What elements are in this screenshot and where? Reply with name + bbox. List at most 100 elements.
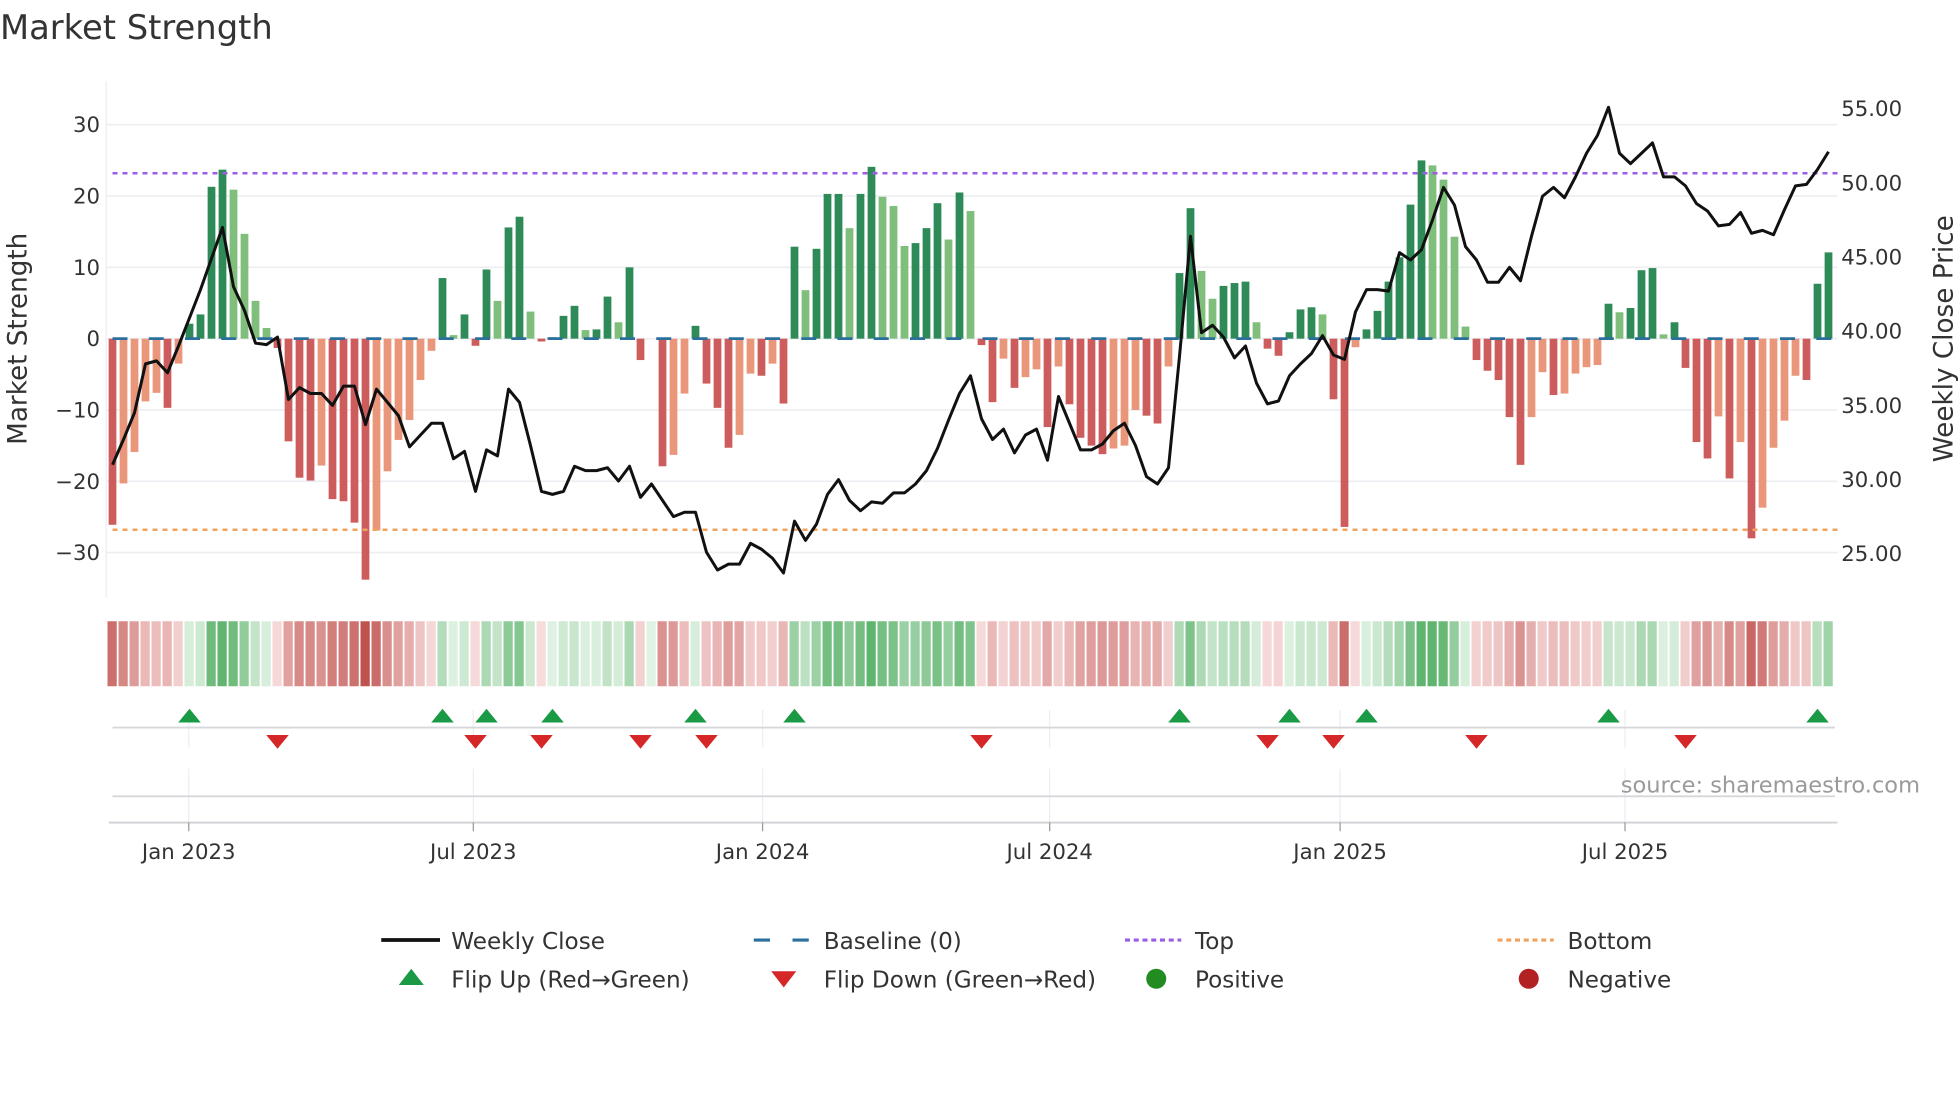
strength-bar [1263, 338, 1272, 349]
strip-cell [305, 621, 315, 687]
strength-bar [537, 338, 546, 342]
strength-bar [1219, 285, 1228, 339]
strength-bar [669, 338, 678, 455]
strip-cell [558, 621, 568, 687]
strength-bar [911, 243, 920, 339]
strength-bar [1527, 338, 1536, 418]
strength-bar [680, 338, 689, 394]
strength-bar [1252, 322, 1261, 339]
strength-bar [790, 246, 799, 339]
strength-bar [1670, 322, 1679, 339]
strength-bar [1626, 308, 1635, 339]
strip-cell [1361, 621, 1371, 687]
strength-bar [1714, 338, 1723, 417]
strength-bar [1131, 338, 1140, 410]
flip-down-marker [695, 735, 718, 749]
x-axis: Jan 2023 Jul 2023 Jan 2024 Jul 2024 Jan 2025… [108, 821, 1838, 865]
flip-up-marker [1597, 708, 1620, 723]
strip-cell [1306, 621, 1316, 687]
strength-bar [1428, 165, 1437, 339]
strength-bar [1648, 268, 1657, 339]
strength-bar [306, 338, 315, 481]
strip-cell [1405, 621, 1415, 687]
y2-tick-label: 25.00 [1841, 542, 1902, 567]
legend-item-bottom: Bottom [1497, 929, 1653, 955]
strip-cell [547, 621, 557, 687]
strength-bar [1054, 338, 1063, 367]
strength-bar [1461, 326, 1470, 339]
strip-cell [1823, 621, 1833, 687]
strip-cell [1328, 621, 1338, 687]
strip-cell [591, 621, 601, 687]
strength-bar [416, 338, 425, 381]
flip-down-marker [1322, 735, 1345, 749]
legend-label: Baseline (0) [824, 929, 962, 955]
strength-bar [878, 196, 887, 339]
left-axis-ticks: 30 20 10 0 −10 −20 −30 [55, 113, 100, 566]
strength-bar [295, 338, 304, 478]
strip-cell [525, 621, 535, 687]
strength-bar [944, 239, 953, 339]
strength-bar [1538, 338, 1547, 373]
strip-cell [1064, 621, 1074, 687]
strength-bar [1087, 338, 1096, 446]
strip-cell [1020, 621, 1030, 687]
strip-cell [822, 621, 832, 687]
strength-bar [614, 322, 623, 339]
strength-bar [460, 314, 469, 339]
strip-cell [393, 621, 403, 687]
strip-cell [1273, 621, 1283, 687]
strength-bar [1307, 307, 1316, 339]
strip-cell [1295, 621, 1305, 687]
strip-cell [1163, 621, 1173, 687]
strength-bar [218, 169, 227, 339]
legend-item-baseline: Baseline (0) [753, 929, 962, 955]
strip-cell [1724, 621, 1734, 687]
strength-bar [867, 166, 876, 339]
strength-bar [1373, 310, 1382, 339]
strip-cell [1592, 621, 1602, 687]
strip-cell [1647, 621, 1657, 687]
strip-cell [1537, 621, 1547, 687]
strip-cell [932, 621, 942, 687]
strip-cell [1218, 621, 1228, 687]
strip-cell [1031, 621, 1041, 687]
strip-cell [239, 621, 249, 687]
legend-label: Bottom [1568, 929, 1653, 955]
strength-bar [1593, 338, 1602, 366]
strip-cell [657, 621, 667, 687]
flip-up-marker [684, 708, 707, 723]
strip-cell [844, 621, 854, 687]
strength-bar [834, 193, 843, 339]
strength-bar [746, 338, 755, 374]
flip-down-marker [629, 735, 652, 749]
y2-tick-label: 45.00 [1841, 246, 1902, 271]
strip-cell [514, 621, 524, 687]
strength-bar [1065, 338, 1074, 405]
legend-item-close: Weekly Close [381, 929, 605, 955]
y-tick-label: 10 [73, 256, 100, 281]
strength-bar [1703, 338, 1712, 459]
strength-bar [1043, 338, 1052, 428]
left-axis-title: Market Strength [3, 233, 33, 445]
strength-bar [1208, 298, 1217, 339]
strip-cell [580, 621, 590, 687]
legend-label: Top [1194, 929, 1234, 955]
strip-cell [1075, 621, 1085, 687]
strip-cell [910, 621, 920, 687]
strip-cell [1658, 621, 1668, 687]
strip-cell [701, 621, 711, 687]
strength-bar [1076, 338, 1085, 438]
strip-cell [426, 621, 436, 687]
strip-cell [1570, 621, 1580, 687]
strength-bar [1021, 338, 1030, 378]
strength-bar [988, 338, 997, 403]
right-axis-title: Weekly Close Price [1930, 215, 1960, 462]
flip-down-marker [1465, 735, 1488, 749]
strip-cell [1372, 621, 1382, 687]
strength-bar [636, 338, 645, 361]
strip-cell [1636, 621, 1646, 687]
strip-cell [1207, 621, 1217, 687]
strength-bar [328, 338, 337, 500]
strength-bar [1571, 338, 1580, 374]
